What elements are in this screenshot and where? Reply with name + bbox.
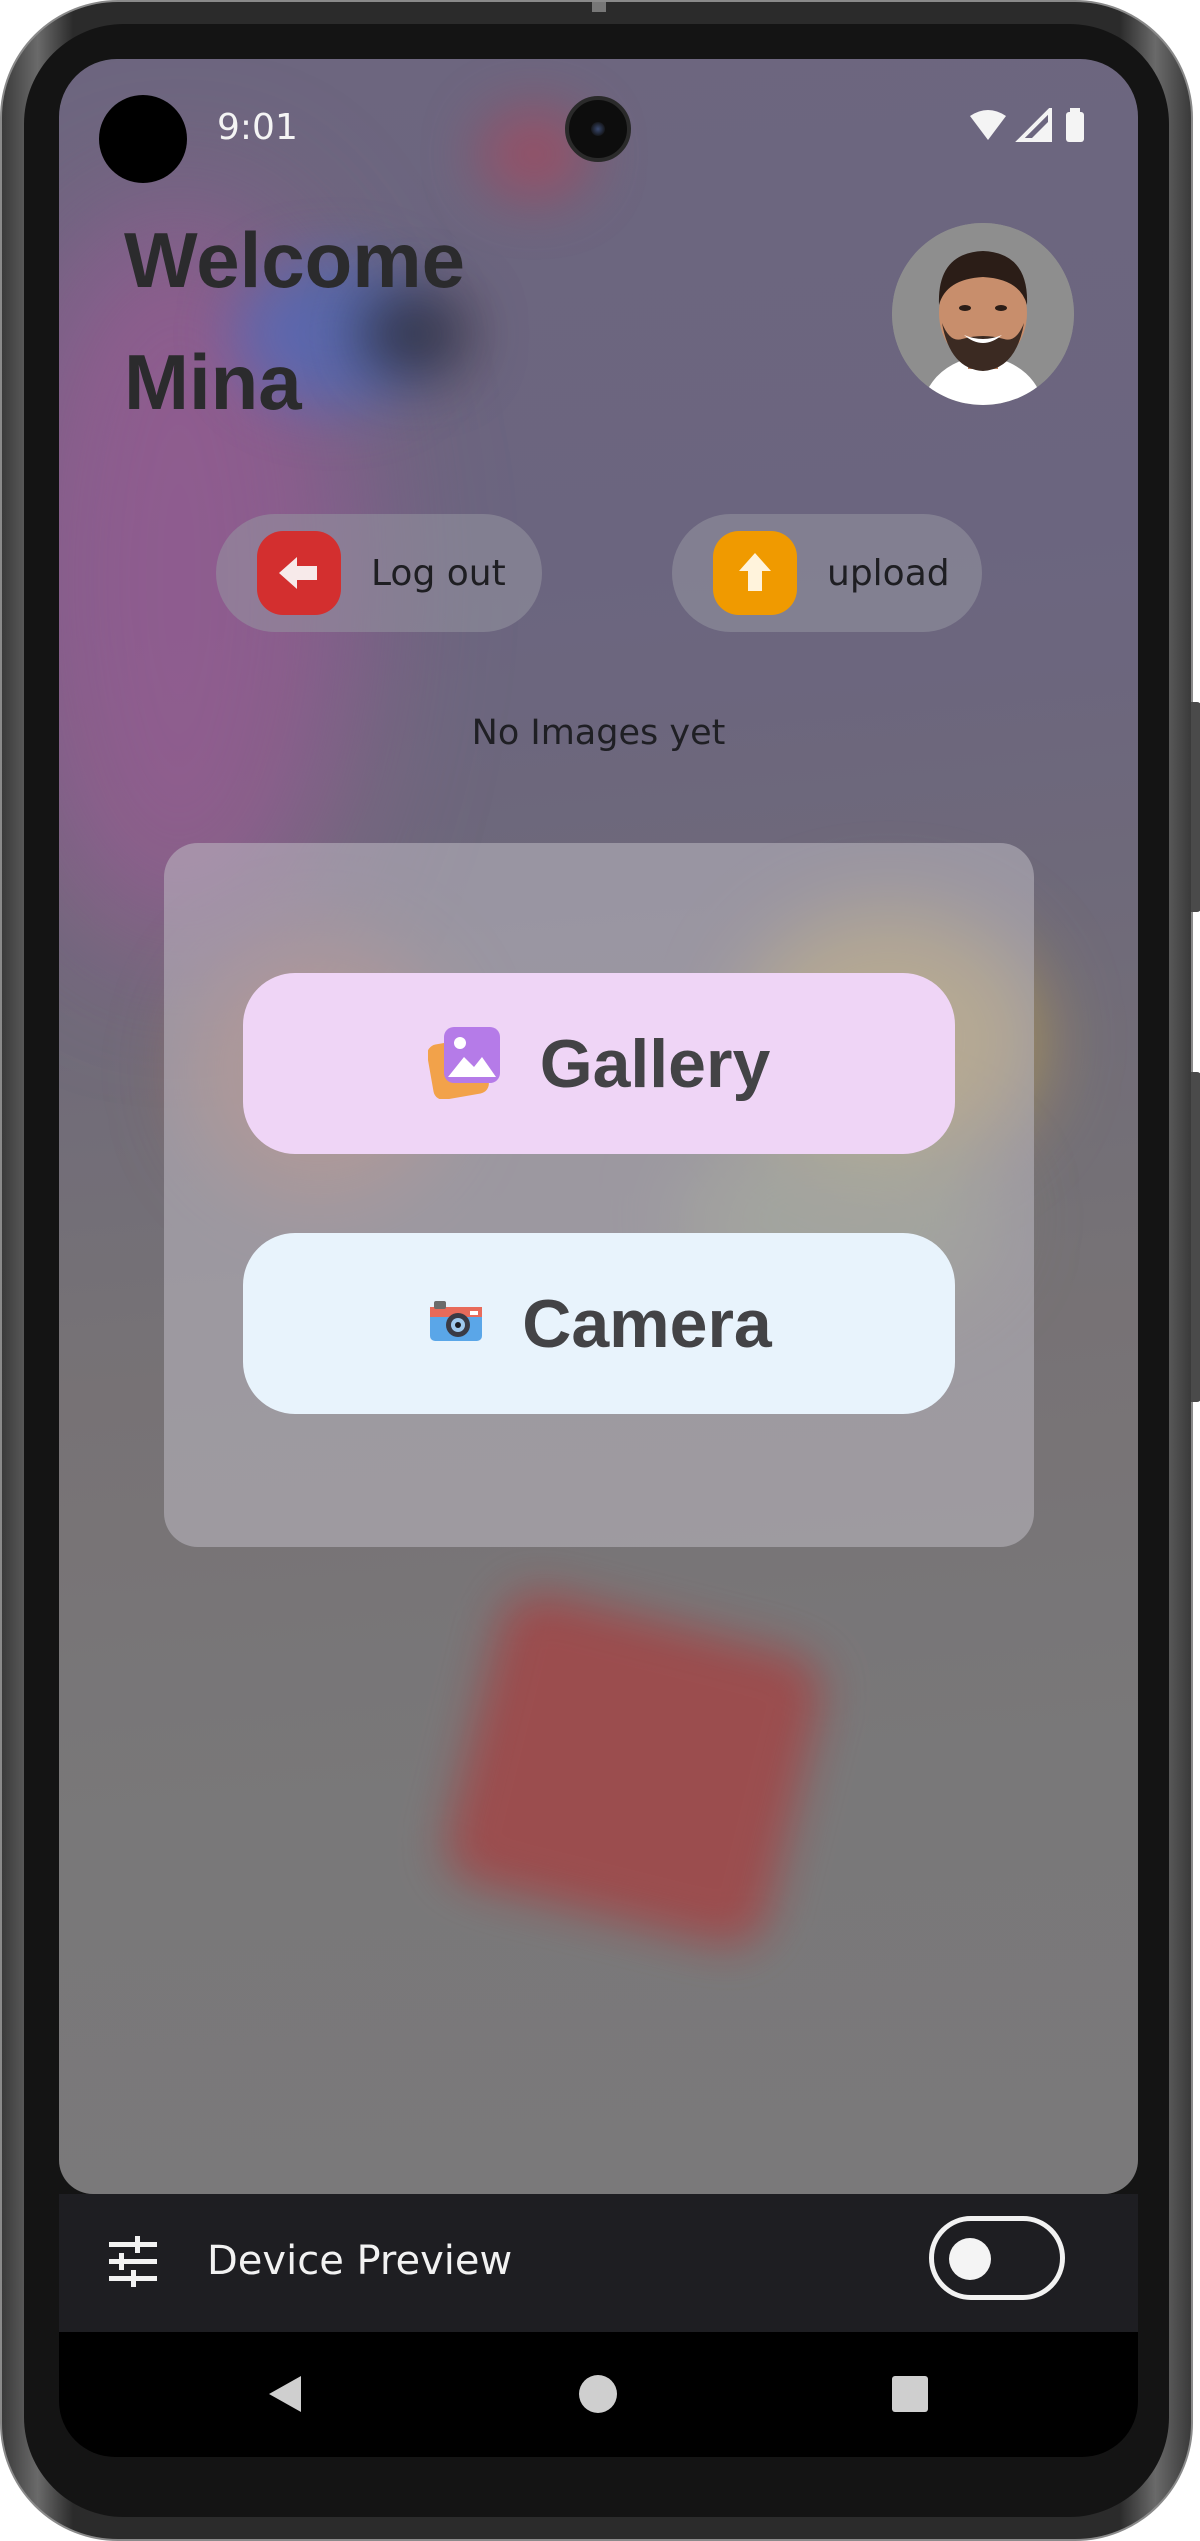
arrow-left-icon bbox=[257, 531, 341, 615]
recents-icon[interactable] bbox=[880, 2364, 940, 2424]
gallery-button[interactable]: Gallery bbox=[243, 973, 955, 1154]
camera-icon bbox=[426, 1297, 486, 1350]
upload-button[interactable]: upload bbox=[672, 514, 982, 632]
arrow-up-icon bbox=[713, 531, 797, 615]
back-icon[interactable] bbox=[255, 2364, 315, 2424]
system-nav-bar bbox=[59, 2332, 1138, 2457]
avatar[interactable] bbox=[892, 223, 1074, 405]
home-icon[interactable] bbox=[568, 2364, 628, 2424]
front-camera bbox=[565, 96, 631, 162]
camera-button[interactable]: Camera bbox=[243, 1233, 955, 1414]
volume-button bbox=[1191, 1072, 1200, 1402]
signal-icon bbox=[1015, 105, 1052, 142]
power-button bbox=[1191, 702, 1200, 912]
gallery-icon bbox=[426, 1023, 504, 1104]
welcome-heading: Welcome Mina bbox=[124, 199, 465, 443]
user-avatar-icon bbox=[892, 223, 1074, 405]
gallery-label: Gallery bbox=[539, 1025, 771, 1102]
logout-button[interactable]: Log out bbox=[216, 514, 542, 632]
sliders-icon[interactable] bbox=[105, 2234, 161, 2290]
device-preview-bar: Device Preview bbox=[59, 2194, 1138, 2332]
welcome-greeting: Welcome bbox=[124, 216, 466, 304]
left-dot bbox=[99, 95, 187, 183]
app-screen: 9:01 Welcome Mina Log out upload No Imag… bbox=[59, 59, 1138, 2194]
image-source-dialog: Gallery Camera bbox=[164, 843, 1034, 1547]
status-time: 9:01 bbox=[217, 107, 298, 148]
welcome-username: Mina bbox=[124, 338, 302, 426]
status-icons bbox=[968, 105, 1118, 144]
toggle-knob bbox=[949, 2238, 991, 2280]
empty-state-message: No Images yet bbox=[471, 713, 726, 753]
logout-label: Log out bbox=[371, 552, 506, 594]
battery-icon bbox=[1066, 108, 1084, 142]
camera-label: Camera bbox=[522, 1285, 772, 1362]
wifi-icon bbox=[970, 110, 1006, 140]
device-preview-label: Device Preview bbox=[207, 2238, 513, 2284]
frame-notch bbox=[592, 2, 606, 12]
upload-label: upload bbox=[827, 552, 950, 594]
device-preview-toggle[interactable] bbox=[929, 2216, 1065, 2300]
